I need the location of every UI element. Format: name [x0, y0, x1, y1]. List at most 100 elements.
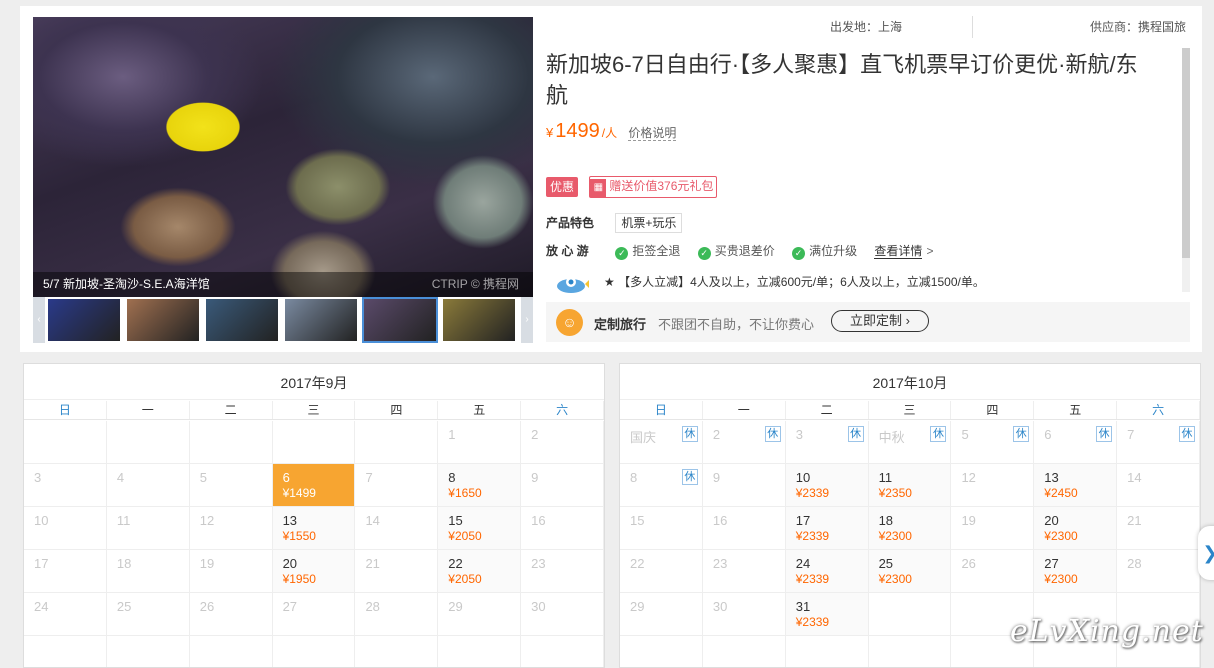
- calendar-day-cell[interactable]: 22 ¥2050: [438, 550, 522, 592]
- gallery-thumbnail[interactable]: [46, 297, 122, 343]
- next-month-button[interactable]: ❯: [1198, 526, 1214, 580]
- calendar-day-cell: [355, 421, 439, 463]
- gallery-thumbnail[interactable]: [125, 297, 201, 343]
- calendar-day-cell[interactable]: 10 ¥2339: [785, 464, 869, 506]
- gallery-thumbnail[interactable]: [204, 297, 280, 343]
- promo-badge: 优惠: [546, 177, 579, 197]
- calendar-day-cell: 30: [521, 593, 604, 635]
- calendar-week-row: 国庆休 2 休 3 休中秋休 5 休 6 休 7 休: [620, 421, 1200, 464]
- weekday-label: 六: [1117, 401, 1200, 419]
- calendar-day-cell: 9: [703, 464, 786, 506]
- calendar-day-cell: [273, 636, 356, 667]
- thumbnail-list: [46, 297, 520, 343]
- feature-label: 产品特色: [546, 216, 595, 230]
- calendar-day-cell[interactable]: 27 ¥2300: [1034, 550, 1118, 592]
- calendar-day-cell[interactable]: 15 ¥2050: [438, 507, 522, 549]
- weekday-label: 六: [521, 401, 604, 419]
- day-price: ¥2300: [878, 572, 912, 586]
- calendar-day-cell: 3: [24, 464, 107, 506]
- calendar-day-cell: 12: [190, 507, 273, 549]
- gallery-thumbnail[interactable]: [283, 297, 359, 343]
- day-price: ¥2339: [795, 529, 830, 543]
- calendar-day-cell: 3休: [786, 421, 869, 463]
- calendar-day-cell: [24, 636, 107, 667]
- calendar-day-cell[interactable]: 17 ¥2339: [785, 507, 869, 549]
- calendar-day-cell: 7: [355, 464, 439, 506]
- calendar-day-cell[interactable]: 24 ¥2339: [785, 550, 869, 592]
- calendar-day-cell[interactable]: 31 ¥2339: [785, 593, 869, 635]
- calendar-week-row: 15 16 17 ¥2339 18 ¥2300 19 20 ¥2300 21: [620, 507, 1200, 550]
- day-number: 10: [34, 513, 49, 528]
- day-number: 1: [448, 427, 456, 442]
- day-number: 2: [531, 427, 539, 442]
- calendar-day-cell: 29: [620, 593, 703, 635]
- day-number: 25: [116, 599, 132, 614]
- day-number: 11: [878, 470, 893, 485]
- day-number: 14: [1127, 470, 1142, 485]
- calendar-day-cell: [273, 421, 356, 463]
- calendar-month-title: 2017年10月: [620, 364, 1200, 400]
- thumb-prev-button[interactable]: ‹: [33, 297, 45, 343]
- info-scrollbar-thumb[interactable]: [1182, 48, 1190, 258]
- calendar-day-cell: 27: [273, 593, 356, 635]
- day-number: 14: [365, 513, 380, 528]
- calendar-day-cell[interactable]: 18 ¥2300: [868, 507, 952, 549]
- day-number: 16: [531, 513, 546, 528]
- thumb-next-button[interactable]: ›: [521, 297, 533, 343]
- day-number: 2: [712, 427, 721, 442]
- assurance-item: ✓ 买贵退差价: [697, 242, 775, 260]
- calendar-day-cell[interactable]: 6 ¥1499: [272, 464, 356, 506]
- calendar-week-row: [24, 636, 604, 667]
- calendar-day-cell: [355, 636, 439, 667]
- day-number: 23: [531, 556, 546, 571]
- custom-travel-button[interactable]: 立即定制 ›: [831, 310, 929, 332]
- day-price: ¥2300: [1044, 529, 1078, 543]
- info-scrollbar[interactable]: [1182, 48, 1190, 292]
- calendar-day-cell[interactable]: 13 ¥2450: [1034, 464, 1118, 506]
- day-number: 11: [116, 513, 131, 528]
- day-number: 23: [712, 556, 728, 571]
- day-number: 18: [116, 556, 132, 571]
- gallery-thumbnail[interactable]: [441, 297, 517, 343]
- day-number: 30: [712, 599, 728, 614]
- check-icon: ✓: [697, 247, 711, 260]
- weekday-label: 一: [107, 401, 190, 419]
- calendar-day-cell: 14: [355, 507, 439, 549]
- day-number: 4: [116, 470, 125, 485]
- price-unit: /人: [601, 126, 618, 140]
- calendar-day-cell: [107, 421, 190, 463]
- holiday-badge: 休: [1013, 426, 1030, 442]
- calendar-day-cell[interactable]: 8 ¥1650: [438, 464, 522, 506]
- gift-tag[interactable]: ▦ 赠送价值376元礼包: [589, 176, 718, 198]
- calendar-weekday-header: 日一二三四五六: [24, 401, 604, 420]
- day-number: 18: [878, 513, 894, 528]
- calendar-day-cell[interactable]: 13 ¥1550: [272, 507, 356, 549]
- assurance-row: 放 心 游 ✓ 拒签全退 ✓ 买贵退差价 ✓ 满位升级 查看详情 >: [546, 242, 933, 260]
- day-price: ¥1550: [282, 529, 316, 543]
- calendar-day-cell[interactable]: 11 ¥2350: [868, 464, 952, 506]
- weekday-label: 二: [190, 401, 273, 419]
- day-number: 5: [199, 470, 207, 485]
- day-number: 31: [795, 599, 811, 614]
- calendar-day-cell[interactable]: 25 ¥2300: [868, 550, 952, 592]
- custom-travel-title: 定制旅行: [594, 317, 647, 332]
- calendar-day-cell: [24, 421, 107, 463]
- gallery-thumbnail[interactable]: [362, 297, 438, 343]
- view-details-link[interactable]: 查看详情: [874, 244, 923, 259]
- weekday-label: 四: [951, 401, 1035, 419]
- calendar-day-cell: 中秋 休: [869, 421, 952, 463]
- price-explain-link[interactable]: 价格说明: [628, 126, 677, 141]
- main-photo[interactable]: [33, 17, 533, 297]
- day-number: 中秋: [878, 430, 905, 445]
- calendar-day-cell: [869, 593, 952, 635]
- weekday-label: 五: [1034, 401, 1118, 419]
- calendar-day-cell[interactable]: 20 ¥1950: [272, 550, 356, 592]
- calendar-day-cell[interactable]: 20 ¥2300: [1034, 507, 1118, 549]
- calendar-day-cell: 10: [24, 507, 107, 549]
- day-number: 26: [199, 599, 215, 614]
- day-number: 13: [1044, 470, 1059, 485]
- holiday-badge: 休: [681, 426, 698, 442]
- day-number: 28: [365, 599, 380, 614]
- calendar-week-row: 10 11 12 13 ¥1550 14 15 ¥2050 16: [24, 507, 604, 550]
- day-price: ¥2050: [448, 572, 482, 586]
